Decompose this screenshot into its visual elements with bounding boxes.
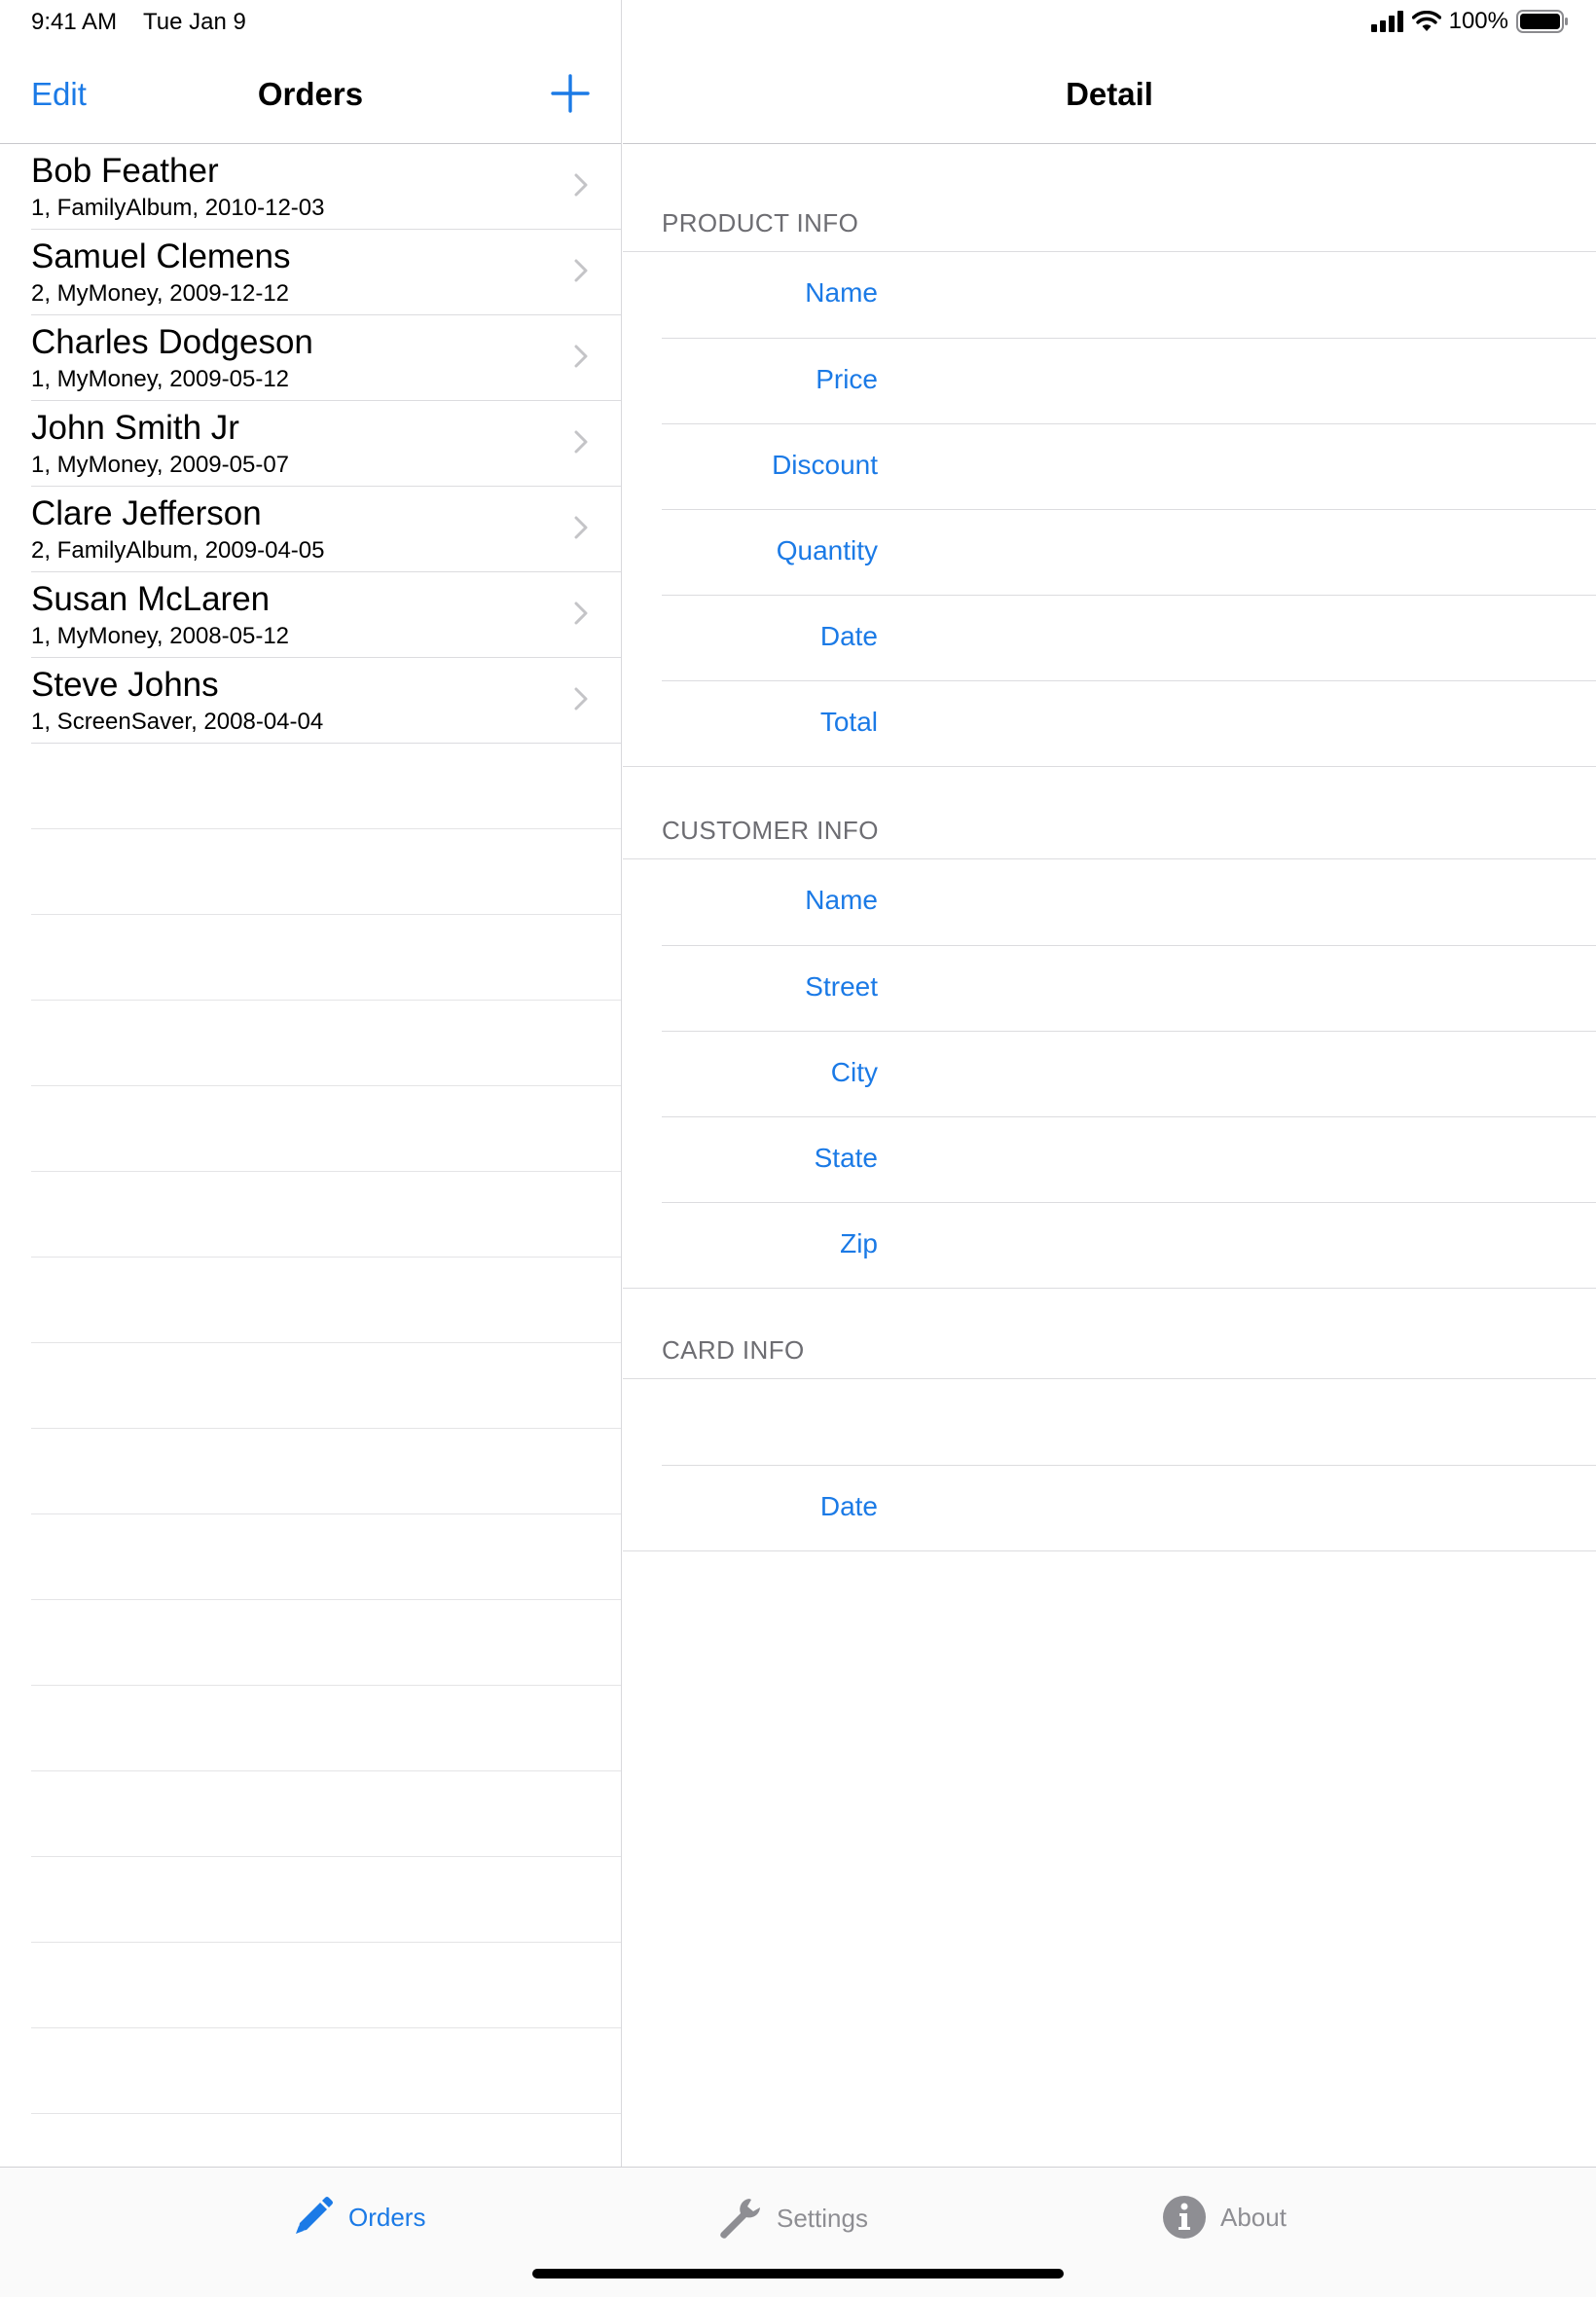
order-row[interactable]: Charles Dodgeson 1, MyMoney, 2009-05-12 bbox=[31, 315, 621, 401]
order-row[interactable]: John Smith Jr 1, MyMoney, 2009-05-07 bbox=[31, 401, 621, 487]
chevron-right-icon bbox=[574, 687, 588, 711]
empty-row bbox=[31, 1686, 621, 1771]
product-quantity-field[interactable]: Quantity bbox=[662, 509, 1596, 595]
customer-name-field[interactable]: Name bbox=[662, 859, 1596, 945]
field-label: Price bbox=[816, 364, 878, 394]
card-info-section: Date bbox=[623, 1378, 1596, 1551]
product-date-field[interactable]: Date bbox=[662, 595, 1596, 680]
empty-row bbox=[31, 915, 621, 1001]
empty-row bbox=[31, 1771, 621, 1857]
order-subtitle: 1, ScreenSaver, 2008-04-04 bbox=[31, 709, 324, 735]
home-indicator bbox=[532, 2269, 1064, 2279]
order-row[interactable]: Samuel Clemens 2, MyMoney, 2009-12-12 bbox=[31, 230, 621, 315]
field-label: Total bbox=[819, 707, 878, 737]
field-label: Name bbox=[805, 277, 878, 308]
tab-orders[interactable]: Orders bbox=[290, 2195, 425, 2240]
order-name: Bob Feather bbox=[31, 152, 219, 190]
field-label: Discount bbox=[772, 450, 878, 480]
customer-zip-field[interactable]: Zip bbox=[662, 1202, 1596, 1288]
empty-row bbox=[31, 1857, 621, 1943]
empty-row bbox=[31, 1001, 621, 1086]
order-row[interactable]: Bob Feather 1, FamilyAlbum, 2010-12-03 bbox=[31, 144, 621, 230]
empty-row bbox=[31, 1514, 621, 1600]
product-name-field[interactable]: Name bbox=[662, 252, 1596, 338]
product-total-field[interactable]: Total bbox=[662, 680, 1596, 766]
field-label: Name bbox=[805, 885, 878, 915]
order-subtitle: 1, MyMoney, 2009-05-07 bbox=[31, 452, 290, 478]
detail-pane: Detail PRODUCT INFO Name Price Discount … bbox=[623, 0, 1596, 2167]
chevron-right-icon bbox=[574, 430, 588, 454]
wrench-icon bbox=[720, 2199, 760, 2239]
empty-row bbox=[31, 1258, 621, 1343]
field-label: Date bbox=[819, 1491, 878, 1521]
chevron-right-icon bbox=[574, 259, 588, 282]
empty-row bbox=[31, 1343, 621, 1429]
customer-state-field[interactable]: State bbox=[662, 1116, 1596, 1202]
customer-street-field[interactable]: Street bbox=[662, 945, 1596, 1031]
tab-orders-label: Orders bbox=[348, 2202, 426, 2232]
empty-row bbox=[31, 1172, 621, 1258]
tab-settings-label: Settings bbox=[777, 2203, 868, 2233]
order-name: Charles Dodgeson bbox=[31, 323, 313, 361]
order-name: Samuel Clemens bbox=[31, 237, 291, 275]
tab-about[interactable]: About bbox=[1162, 2195, 1287, 2240]
card-info-header: CARD INFO bbox=[662, 1335, 805, 1365]
field-label: Quantity bbox=[776, 535, 878, 565]
field-label: Zip bbox=[840, 1228, 878, 1258]
tab-bar: Orders Settings About bbox=[0, 2167, 1596, 2297]
tab-settings[interactable]: Settings bbox=[716, 2195, 868, 2242]
product-info-section: Name Price Discount Quantity Date Total bbox=[623, 251, 1596, 767]
order-name: John Smith Jr bbox=[31, 409, 239, 447]
field-label: State bbox=[814, 1143, 878, 1173]
order-row[interactable]: Clare Jefferson 2, FamilyAlbum, 2009-04-… bbox=[31, 487, 621, 572]
field-label: Street bbox=[805, 971, 878, 1002]
field-label: City bbox=[830, 1057, 878, 1087]
pencil-icon bbox=[296, 2197, 333, 2234]
product-info-header: PRODUCT INFO bbox=[662, 208, 859, 237]
app-root: 9:41 AM Tue Jan 9 100% Edit Orders Bob F… bbox=[0, 0, 1596, 2297]
chevron-right-icon bbox=[574, 602, 588, 625]
order-subtitle: 2, FamilyAlbum, 2009-04-05 bbox=[31, 537, 325, 564]
orders-nav-bar: Edit Orders bbox=[0, 47, 621, 144]
orders-list: Bob Feather 1, FamilyAlbum, 2010-12-03 S… bbox=[0, 144, 621, 2114]
detail-nav-bar: Detail bbox=[623, 47, 1596, 144]
order-row[interactable]: Steve Johns 1, ScreenSaver, 2008-04-04 bbox=[31, 658, 621, 744]
order-row[interactable]: Susan McLaren 1, MyMoney, 2008-05-12 bbox=[31, 572, 621, 658]
chevron-right-icon bbox=[574, 345, 588, 368]
customer-info-header: CUSTOMER INFO bbox=[662, 816, 879, 845]
empty-row bbox=[31, 1600, 621, 1686]
empty-row bbox=[31, 1429, 621, 1514]
customer-city-field[interactable]: City bbox=[662, 1031, 1596, 1116]
field-label: Date bbox=[819, 621, 878, 651]
card-number-field[interactable] bbox=[662, 1379, 1596, 1465]
empty-row bbox=[31, 829, 621, 915]
empty-row bbox=[31, 744, 621, 829]
chevron-right-icon bbox=[574, 173, 588, 197]
order-name: Susan McLaren bbox=[31, 580, 271, 618]
chevron-right-icon bbox=[574, 516, 588, 539]
orders-title: Orders bbox=[257, 76, 364, 112]
card-date-field[interactable]: Date bbox=[662, 1465, 1596, 1550]
info-icon bbox=[1163, 2196, 1206, 2239]
order-subtitle: 2, MyMoney, 2009-12-12 bbox=[31, 280, 290, 307]
tab-about-label: About bbox=[1220, 2202, 1287, 2232]
order-name: Clare Jefferson bbox=[31, 494, 262, 532]
product-discount-field[interactable]: Discount bbox=[662, 423, 1596, 509]
empty-row bbox=[31, 2028, 621, 2114]
plus-icon[interactable] bbox=[549, 72, 592, 115]
order-subtitle: 1, MyMoney, 2009-05-12 bbox=[31, 366, 290, 392]
order-subtitle: 1, FamilyAlbum, 2010-12-03 bbox=[31, 195, 325, 221]
empty-row bbox=[31, 1943, 621, 2028]
order-subtitle: 1, MyMoney, 2008-05-12 bbox=[31, 623, 290, 649]
detail-title: Detail bbox=[1066, 76, 1153, 112]
empty-row bbox=[31, 1086, 621, 1172]
customer-info-section: Name Street City State Zip bbox=[623, 858, 1596, 1289]
orders-pane: Edit Orders Bob Feather 1, FamilyAlbum, … bbox=[0, 0, 622, 2167]
order-name: Steve Johns bbox=[31, 666, 219, 704]
product-price-field[interactable]: Price bbox=[662, 338, 1596, 423]
